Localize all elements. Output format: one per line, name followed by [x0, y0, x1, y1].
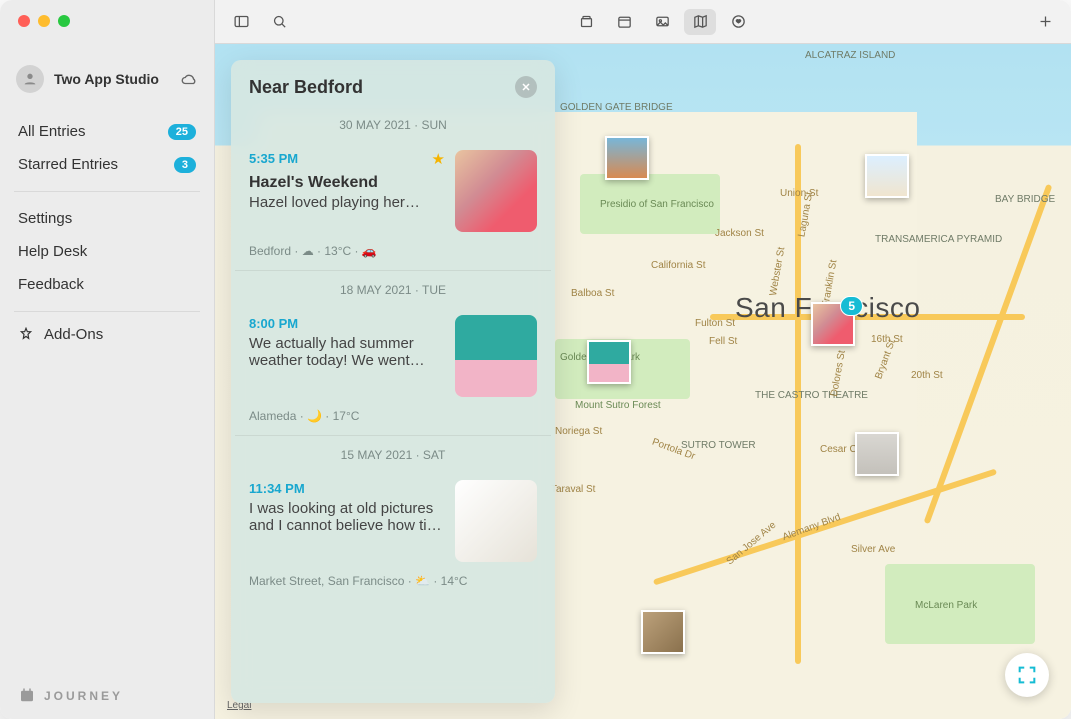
entry-thumbnail — [455, 150, 537, 232]
account-row[interactable]: Two App Studio — [0, 55, 214, 111]
map-place-label: THE CASTRO THEATRE — [755, 390, 868, 401]
nav-helpdesk[interactable]: Help Desk — [0, 235, 214, 268]
map-street-label: Jackson St — [715, 228, 764, 239]
tag-icon — [18, 327, 34, 343]
nav-label: Add-Ons — [44, 326, 103, 343]
nav-label: Starred Entries — [18, 156, 118, 173]
date-separator: 15 MAY 2021 · SAT — [235, 436, 551, 470]
entries-panel: Near Bedford 30 MAY 2021 · SUN 5:35 PM ★ — [231, 60, 555, 703]
panel-close-button[interactable] — [515, 76, 537, 98]
nav-label: Settings — [18, 210, 72, 227]
view-calendar-button[interactable] — [608, 9, 640, 35]
nav-starred-entries[interactable]: Starred Entries 3 — [0, 148, 214, 181]
entry-thumbnail — [455, 315, 537, 397]
nav-badge: 3 — [174, 157, 196, 173]
map-place-label: SUTRO TOWER — [681, 440, 756, 451]
view-favorites-button[interactable] — [722, 9, 754, 35]
toolbar — [215, 0, 1071, 44]
map-place-label: GOLDEN GATE BRIDGE — [560, 102, 673, 113]
avatar — [16, 65, 44, 93]
entry-time: 11:34 PM — [249, 481, 305, 496]
account-name: Two App Studio — [54, 71, 159, 87]
map-place-label: McLaren Park — [915, 600, 977, 611]
entry-title: Hazel's Weekend — [249, 174, 445, 192]
map-street-label: 16th St — [871, 334, 903, 345]
entry-item[interactable]: 8:00 PM We actually had summer weather t… — [235, 305, 551, 436]
view-media-button[interactable] — [646, 9, 678, 35]
map-place-label: Mount Sutro Forest — [575, 400, 661, 411]
map-pin[interactable] — [855, 432, 899, 476]
entry-item[interactable]: 5:35 PM ★ Hazel's Weekend Hazel loved pl… — [235, 140, 551, 271]
nav-settings[interactable]: Settings — [0, 202, 214, 235]
map-pin[interactable] — [641, 610, 685, 654]
map-pin[interactable] — [587, 340, 631, 384]
new-entry-button[interactable] — [1029, 9, 1061, 35]
map-street-label: Fulton St — [695, 318, 735, 329]
date-separator: 18 MAY 2021 · TUE — [235, 271, 551, 305]
map-street-label: Fell St — [709, 336, 737, 347]
entry-snippet: We actually had summer weather today! We… — [249, 335, 444, 369]
entry-meta: Bedford · ☁ · 13°C · 🚗 — [249, 244, 537, 258]
cloud-icon — [180, 70, 198, 88]
panel-title: Near Bedford — [249, 77, 363, 98]
map-street-label: Noriega St — [555, 426, 602, 437]
expand-map-button[interactable] — [1005, 653, 1049, 697]
map-pin[interactable] — [605, 136, 649, 180]
nav-addons[interactable]: Add-Ons — [0, 318, 214, 351]
map-street-label: Silver Ave — [851, 544, 895, 555]
nav-feedback[interactable]: Feedback — [0, 268, 214, 301]
entry-thumbnail — [455, 480, 537, 562]
nav-label: All Entries — [18, 123, 86, 140]
map-pin-cluster[interactable]: 5 — [811, 302, 855, 346]
map-pin[interactable] — [865, 154, 909, 198]
nav-all-entries[interactable]: All Entries 25 — [0, 115, 214, 148]
date-separator: 30 MAY 2021 · SUN — [235, 106, 551, 140]
entry-meta: Alameda · 🌙 · 17°C — [249, 409, 537, 423]
window-maximize[interactable] — [58, 15, 70, 27]
app-brand: JOURNEY — [0, 673, 214, 719]
nav-label: Help Desk — [18, 243, 87, 260]
map-street-label: Balboa St — [571, 288, 614, 299]
nav-label: Feedback — [18, 276, 84, 293]
map-place-label: ALCATRAZ ISLAND — [805, 50, 895, 61]
map-place-label: BAY BRIDGE — [995, 194, 1055, 205]
entry-meta: Market Street, San Francisco · ⛅ · 14°C — [249, 574, 537, 588]
star-icon: ★ — [432, 150, 445, 168]
search-button[interactable] — [263, 9, 295, 35]
map-place-label: Presidio of San Francisco — [600, 199, 714, 210]
entry-snippet: Hazel loved playing her… — [249, 194, 444, 211]
map-street-label: Taraval St — [551, 484, 595, 495]
map-street-label: 20th St — [911, 370, 943, 381]
nav-badge: 25 — [168, 124, 196, 140]
sidebar: Two App Studio All Entries 25 Starred En… — [0, 0, 215, 719]
view-stack-button[interactable] — [570, 9, 602, 35]
entry-snippet: I was looking at old pictures and I cann… — [249, 500, 444, 534]
window-close[interactable] — [18, 15, 30, 27]
map-place-label: TRANSAMERICA PYRAMID — [875, 234, 1002, 245]
cluster-count: 5 — [840, 296, 863, 316]
window-minimize[interactable] — [38, 15, 50, 27]
map-street-label: California St — [651, 260, 705, 271]
entry-time: 5:35 PM — [249, 151, 298, 166]
entry-time: 8:00 PM — [249, 316, 298, 331]
view-map-button[interactable] — [684, 9, 716, 35]
toggle-sidebar-button[interactable] — [225, 9, 257, 35]
entry-item[interactable]: 11:34 PM I was looking at old pictures a… — [235, 470, 551, 600]
